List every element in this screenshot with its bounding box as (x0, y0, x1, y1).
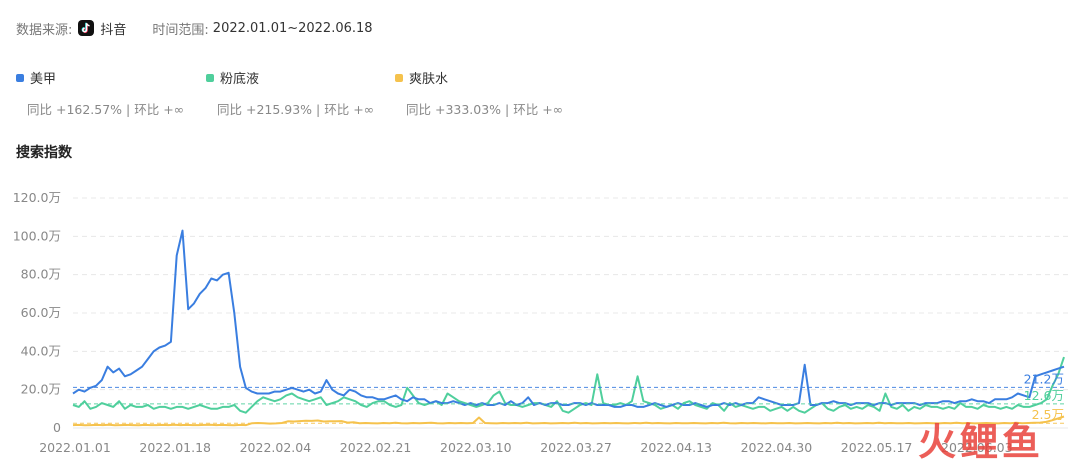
x-tick-label: 2022.01.01 (39, 440, 111, 455)
x-tick-label: 2022.05.17 (841, 440, 913, 455)
watermark: 火鲤鱼 (918, 420, 1045, 464)
x-tick-label: 2022.02.21 (340, 440, 412, 455)
search-index-chart: 120.0万 100.0万 80.0万 60.0万 40.0万 20.0万 0 2022.01… (13, 190, 1068, 455)
x-tick-label: 2022.04.30 (741, 440, 813, 455)
reference-label: 12.6万 (1024, 388, 1064, 403)
x-tick-label: 2022.02.04 (240, 440, 312, 455)
series-line (72, 229, 1065, 408)
x-tick-label: 2022.03.27 (540, 440, 612, 455)
y-tick-label: 20.0万 (21, 382, 61, 397)
y-tick-label: 80.0万 (21, 267, 61, 282)
x-tick-label: 2022.04.13 (640, 440, 712, 455)
x-tick-label: 2022.03.10 (440, 440, 512, 455)
reference-label: 21.2万 (1024, 371, 1064, 386)
y-tick-label: 120.0万 (13, 190, 61, 205)
x-tick-label: 2022.01.18 (139, 440, 211, 455)
y-tick-label: 60.0万 (21, 305, 61, 320)
series-line (72, 415, 1065, 427)
y-tick-label: 40.0万 (21, 343, 61, 358)
y-tick-label: 0 (53, 420, 61, 435)
y-tick-label: 100.0万 (13, 228, 61, 243)
